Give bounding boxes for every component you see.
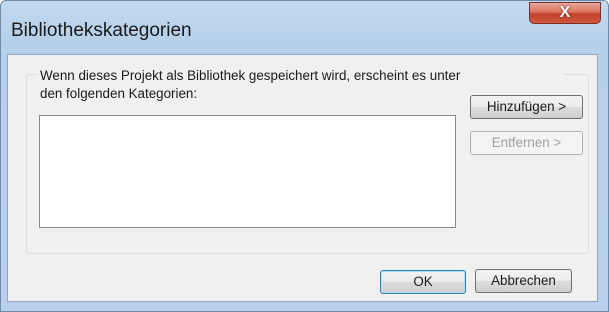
- close-button[interactable]: X: [529, 2, 601, 24]
- cancel-button[interactable]: Abbrechen: [475, 269, 572, 293]
- title-bar[interactable]: Bibliothekskategorien X: [1, 1, 608, 41]
- remove-button: Entfernen >: [470, 131, 583, 155]
- window-title: Bibliothekskategorien: [11, 20, 192, 41]
- description-line-1: Wenn dieses Projekt als Bibliothek gespe…: [40, 68, 461, 83]
- add-button[interactable]: Hinzufügen >: [470, 95, 583, 119]
- close-icon: X: [559, 4, 571, 21]
- ok-button[interactable]: OK: [380, 270, 466, 294]
- categories-listbox[interactable]: [39, 115, 456, 228]
